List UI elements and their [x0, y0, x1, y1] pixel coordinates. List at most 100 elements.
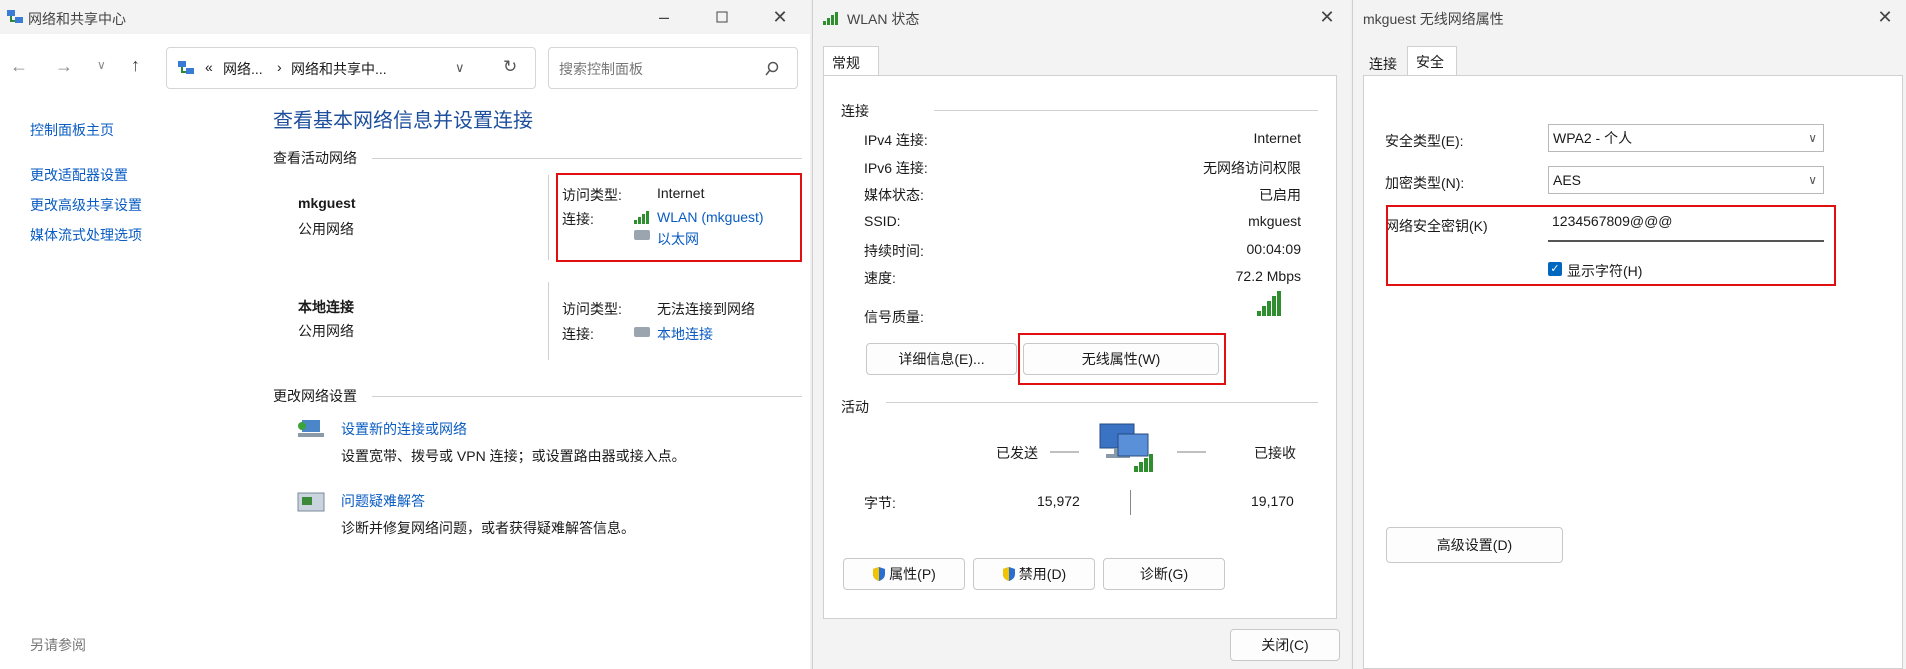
see-also-label: 另请参阅 — [30, 637, 86, 653]
select-value: WPA2 - 个人 — [1553, 130, 1633, 146]
divider — [548, 282, 549, 360]
tab-label: 常规 — [832, 55, 860, 71]
network-sharing-center-window: 网络和共享中心 – ✕ ← → ∨ ↑ « 网络... › 网络和共享中... … — [0, 0, 810, 669]
divider — [934, 110, 1318, 111]
close-button[interactable]: ✕ — [1309, 3, 1345, 31]
bytes-sent-value: 15,972 — [1037, 493, 1080, 509]
new-connection-icon — [298, 420, 324, 437]
ssid-label: SSID: — [864, 213, 901, 229]
bytes-received-value: 19,170 — [1251, 493, 1294, 509]
network-center-icon — [7, 10, 23, 23]
chevron-down-icon[interactable]: ∨ — [455, 60, 465, 76]
tab-general[interactable]: 常规 — [823, 46, 879, 76]
search-input[interactable]: 搜索控制面板 — [559, 59, 643, 79]
chevron-down-icon: ∨ — [1808, 131, 1817, 145]
media-state-label: 媒体状态: — [864, 187, 924, 203]
search-box[interactable]: 搜索控制面板 — [548, 47, 798, 89]
highlight-box — [1386, 205, 1836, 286]
select-value: AES — [1553, 172, 1582, 188]
close-button[interactable]: ✕ — [762, 3, 798, 31]
network-type: 公用网络 — [298, 221, 354, 237]
security-type-select[interactable]: WPA2 - 个人 ∨ — [1548, 124, 1824, 152]
search-icon[interactable] — [764, 61, 780, 77]
ipv6-value: 无网络访问权限 — [1203, 160, 1301, 176]
ipv4-value: Internet — [1253, 130, 1301, 146]
divider — [372, 396, 802, 397]
close-button[interactable]: ✕ — [1867, 3, 1903, 31]
maximize-button[interactable] — [704, 3, 740, 31]
sent-label: 已发送 — [996, 445, 1038, 461]
media-state-value: 已启用 — [1259, 187, 1301, 203]
encryption-type-select[interactable]: AES ∨ — [1548, 166, 1824, 194]
section-connection-label: 连接 — [841, 103, 869, 119]
sidebar-home-link[interactable]: 控制面板主页 — [30, 120, 114, 140]
close-dialog-button[interactable]: 关闭(C) — [1230, 629, 1340, 661]
forward-icon[interactable]: → — [55, 56, 73, 77]
received-label: 已接收 — [1254, 445, 1296, 461]
local-connection-link[interactable]: 本地连接 — [657, 324, 713, 344]
sidebar-item-media[interactable]: 媒体流式处理选项 — [30, 225, 142, 245]
active-networks-label: 查看活动网络 — [273, 150, 357, 166]
address-bar[interactable]: « 网络... › 网络和共享中... ∨ ↻ — [166, 47, 536, 89]
button-label: 高级设置(D) — [1436, 537, 1513, 553]
tab-connection[interactable]: 连接 — [1363, 48, 1407, 76]
network-name: mkguest — [298, 195, 356, 211]
divider — [1130, 490, 1131, 515]
titlebar: mkguest 无线网络属性 ✕ — [1353, 0, 1906, 34]
highlight-box — [1018, 333, 1226, 385]
network-computers-icon — [1099, 423, 1153, 472]
button-label: 属性(P) — [889, 566, 936, 582]
chevron-down-icon: ∨ — [1808, 173, 1817, 187]
troubleshoot-icon — [297, 492, 325, 512]
breadcrumb-item[interactable]: 网络... — [223, 59, 263, 79]
task-description: 设置宽带、拨号或 VPN 连接；或设置路由器或接入点。 — [341, 448, 686, 464]
shield-icon — [873, 567, 886, 581]
highlight-box — [556, 173, 802, 262]
network-type: 公用网络 — [298, 323, 354, 339]
tab-label: 安全 — [1416, 54, 1444, 70]
refresh-icon[interactable]: ↻ — [503, 57, 517, 77]
tab-security[interactable]: 安全 — [1407, 46, 1457, 76]
speed-value: 72.2 Mbps — [1235, 268, 1301, 284]
button-label: 详细信息(E)... — [898, 351, 985, 367]
minimize-button[interactable]: – — [646, 3, 682, 31]
diagnose-button[interactable]: 诊断(G) — [1103, 558, 1225, 590]
window-title: 网络和共享中心 — [28, 11, 126, 27]
page-heading: 查看基本网络信息并设置连接 — [273, 110, 533, 132]
up-icon[interactable]: ↑ — [131, 55, 140, 76]
breadcrumb-overflow[interactable]: « — [205, 59, 213, 75]
access-type-value: 无法连接到网络 — [657, 301, 755, 317]
tab-panel — [1363, 75, 1903, 669]
duration-label: 持续时间: — [864, 243, 924, 259]
task-new-connection-link[interactable]: 设置新的连接或网络 — [341, 419, 467, 439]
speed-label: 速度: — [864, 270, 896, 286]
sidebar-item-adapter[interactable]: 更改适配器设置 — [30, 165, 128, 185]
advanced-settings-button[interactable]: 高级设置(D) — [1386, 527, 1563, 563]
recent-chevron-icon[interactable]: ∨ — [97, 58, 106, 72]
signal-quality-icon — [1257, 291, 1282, 316]
titlebar: 网络和共享中心 – ✕ — [0, 0, 810, 34]
button-label: 关闭(C) — [1261, 637, 1309, 653]
tab-label: 连接 — [1369, 56, 1397, 72]
encryption-type-label: 加密类型(N): — [1385, 175, 1465, 191]
sent-line — [1050, 451, 1079, 453]
section-activity-label: 活动 — [841, 399, 869, 415]
task-troubleshoot-link[interactable]: 问题疑难解答 — [341, 491, 425, 511]
access-type-label: 访问类型: — [562, 301, 622, 317]
wifi-signal-icon — [823, 12, 839, 26]
wireless-properties-window: mkguest 无线网络属性 ✕ 连接 安全 — [1352, 0, 1906, 669]
sidebar-item-sharing[interactable]: 更改高级共享设置 — [30, 195, 142, 215]
properties-button[interactable]: 属性(P) — [843, 558, 965, 590]
task-description: 诊断并修复网络问题，或者获得疑难解答信息。 — [341, 520, 635, 536]
details-button[interactable]: 详细信息(E)... — [866, 343, 1017, 375]
network-name: 本地连接 — [298, 299, 354, 315]
back-icon[interactable]: ← — [10, 56, 28, 77]
duration-value: 00:04:09 — [1246, 241, 1302, 257]
disable-button[interactable]: 禁用(D) — [973, 558, 1095, 590]
ipv6-label: IPv6 连接: — [864, 160, 928, 176]
security-type-label: 安全类型(E): — [1385, 133, 1464, 149]
signal-quality-label: 信号质量: — [864, 309, 924, 325]
divider — [372, 158, 802, 159]
ethernet-icon — [634, 327, 650, 337]
breadcrumb-item[interactable]: 网络和共享中... — [291, 59, 387, 79]
